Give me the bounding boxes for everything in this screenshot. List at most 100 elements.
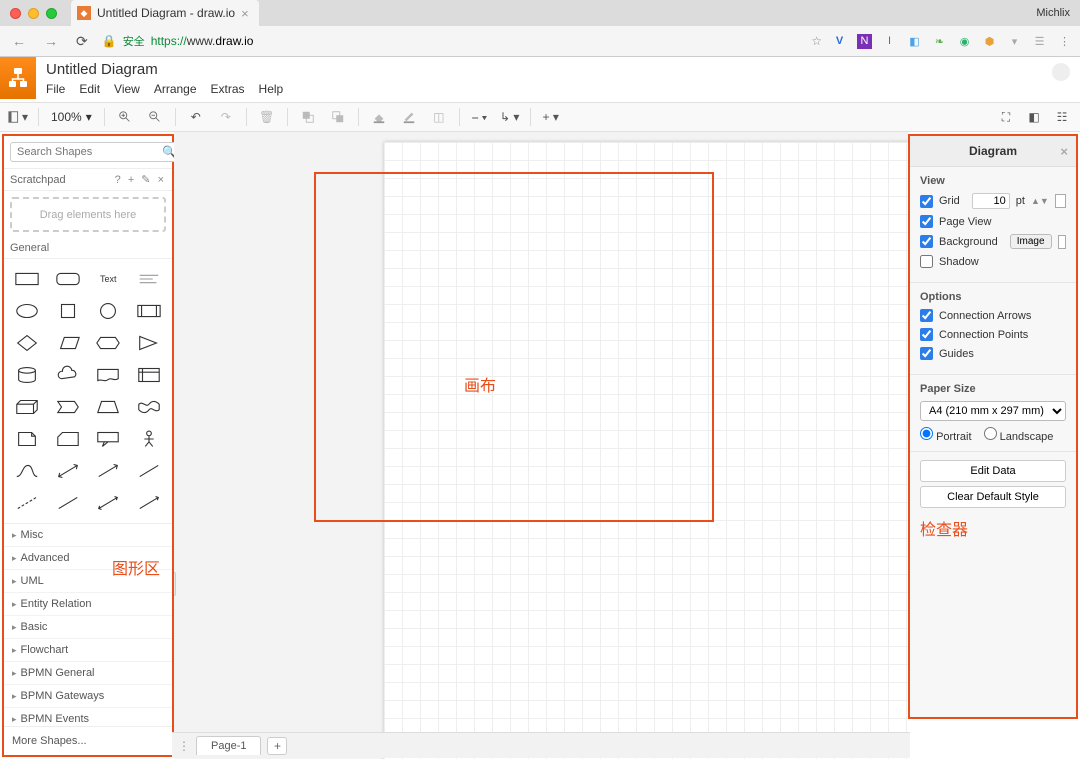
shape-document[interactable] (91, 363, 126, 387)
shape-cylinder[interactable] (10, 363, 45, 387)
canvas-area[interactable]: 顶部菜单栏 画布 (174, 132, 908, 759)
cat-entity-relation[interactable]: Entity Relation (4, 593, 172, 616)
edit-data-button[interactable]: Edit Data (920, 460, 1066, 482)
shape-line[interactable] (132, 459, 167, 483)
shape-triangle[interactable] (132, 331, 167, 355)
redo-button[interactable]: ↷ (214, 106, 238, 128)
grid-checkbox[interactable] (920, 195, 933, 208)
minimize-window-icon[interactable] (28, 8, 39, 19)
shape-diamond[interactable] (10, 331, 45, 355)
shape-hexagon[interactable] (91, 331, 126, 355)
close-icon[interactable]: × (1060, 144, 1068, 159)
to-front-button[interactable] (296, 106, 320, 128)
shadow-button[interactable]: ◫ (427, 106, 451, 128)
background-checkbox[interactable] (920, 235, 933, 248)
shape-bidir-arrow[interactable] (51, 459, 86, 483)
portrait-radio[interactable]: Portrait (920, 427, 972, 443)
extension-icon[interactable]: ⬢ (982, 34, 997, 49)
shape-arrow[interactable] (91, 459, 126, 483)
onenote-icon[interactable]: N (857, 34, 872, 49)
shape-rounded-rect[interactable] (51, 267, 86, 291)
line-color-button[interactable] (397, 106, 421, 128)
sidebar-collapse-handle[interactable] (174, 572, 176, 596)
menu-extras[interactable]: Extras (211, 82, 245, 96)
extension-icon[interactable]: ◧ (907, 34, 922, 49)
paper-size-select[interactable]: A4 (210 mm x 297 mm) (920, 401, 1066, 421)
window-controls[interactable] (0, 8, 67, 19)
outline-button[interactable]: ☷ (1050, 106, 1074, 128)
shape-square[interactable] (51, 299, 86, 323)
shape-note[interactable] (10, 427, 45, 451)
shape-callout[interactable] (91, 427, 126, 451)
zoom-control[interactable]: 100% ▾ (47, 110, 96, 124)
evernote-icon[interactable]: ❧ (932, 34, 947, 49)
format-panel-button[interactable]: ◧ (1022, 106, 1046, 128)
undo-button[interactable]: ↶ (184, 106, 208, 128)
landscape-radio[interactable]: Landscape (984, 427, 1054, 443)
shape-internal-storage[interactable] (132, 363, 167, 387)
cat-bpmn-events[interactable]: BPMN Events (4, 708, 172, 726)
cat-basic[interactable]: Basic (4, 616, 172, 639)
shape-dir-thin[interactable] (132, 491, 167, 515)
to-back-button[interactable] (326, 106, 350, 128)
bookmark-star-icon[interactable]: ☆ (811, 34, 822, 48)
shape-dashed-line[interactable] (10, 491, 45, 515)
back-button[interactable]: ← (8, 33, 30, 49)
shape-ellipse[interactable] (10, 299, 45, 323)
insert-button[interactable]: + ▾ (539, 106, 563, 128)
clear-default-style-button[interactable]: Clear Default Style (920, 486, 1066, 508)
url-field[interactable]: 🔒 安全 https://www.draw.io (102, 33, 802, 49)
connection-button[interactable]: ⎯ ▾ (468, 106, 492, 128)
general-header[interactable]: General (4, 238, 172, 259)
grid-color-swatch[interactable] (1055, 194, 1066, 208)
shape-heading[interactable] (132, 267, 167, 291)
browser-tab[interactable]: ◆ Untitled Diagram - draw.io × (71, 0, 259, 26)
maximize-window-icon[interactable] (46, 8, 57, 19)
tab-close-icon[interactable]: × (241, 6, 249, 21)
scratchpad-dropzone[interactable]: Drag elements here (10, 197, 166, 232)
menu-arrange[interactable]: Arrange (154, 82, 197, 96)
scratchpad-actions[interactable]: ? + ✎ × (115, 173, 166, 186)
conn-points-checkbox[interactable] (920, 328, 933, 341)
shape-tape[interactable] (132, 395, 167, 419)
close-window-icon[interactable] (10, 8, 21, 19)
profile-name[interactable]: Michlix (1036, 7, 1070, 19)
cat-flowchart[interactable]: Flowchart (4, 639, 172, 662)
waypoint-button[interactable]: ↳ ▾ (498, 106, 522, 128)
shape-actor[interactable] (132, 427, 167, 451)
menu-view[interactable]: View (114, 82, 140, 96)
background-color-swatch[interactable] (1058, 235, 1066, 249)
more-shapes-button[interactable]: More Shapes... (4, 726, 172, 755)
cat-misc[interactable]: Misc (4, 524, 172, 547)
shape-text[interactable]: Text (91, 267, 126, 291)
profile-icon[interactable]: ☰ (1032, 34, 1047, 49)
extension-icon[interactable]: ▾ (1007, 34, 1022, 49)
shape-cube[interactable] (10, 395, 45, 419)
add-page-button[interactable]: + (267, 737, 287, 755)
pageview-checkbox[interactable] (920, 215, 933, 228)
shape-card[interactable] (51, 427, 86, 451)
fill-color-button[interactable] (367, 106, 391, 128)
reload-button[interactable]: ⟳ (72, 33, 92, 50)
shape-cloud[interactable] (51, 363, 86, 387)
background-image-button[interactable]: Image (1010, 234, 1052, 249)
page-tab-1[interactable]: Page-1 (196, 736, 261, 755)
menu-file[interactable]: File (46, 82, 65, 96)
grid-size-input[interactable] (972, 193, 1010, 209)
fullscreen-button[interactable]: ⛶ (994, 106, 1018, 128)
scratchpad-header[interactable]: Scratchpad ? + ✎ × (4, 169, 172, 191)
conn-arrows-checkbox[interactable] (920, 309, 933, 322)
cat-bpmn-gateways[interactable]: BPMN Gateways (4, 685, 172, 708)
menu-help[interactable]: Help (259, 82, 284, 96)
shape-curve[interactable] (10, 459, 45, 483)
page-tabs-menu-icon[interactable]: ⋮ (178, 739, 190, 753)
shape-bidir-thin[interactable] (91, 491, 126, 515)
search-shapes-input[interactable] (10, 142, 180, 162)
document-title[interactable]: Untitled Diagram (46, 61, 283, 78)
menu-icon[interactable]: ⋮ (1057, 34, 1072, 49)
shape-line2[interactable] (51, 491, 86, 515)
zoom-out-button[interactable] (143, 106, 167, 128)
zoom-in-button[interactable] (113, 106, 137, 128)
extension-icon[interactable]: V (832, 34, 847, 49)
share-icon[interactable] (1052, 63, 1070, 81)
